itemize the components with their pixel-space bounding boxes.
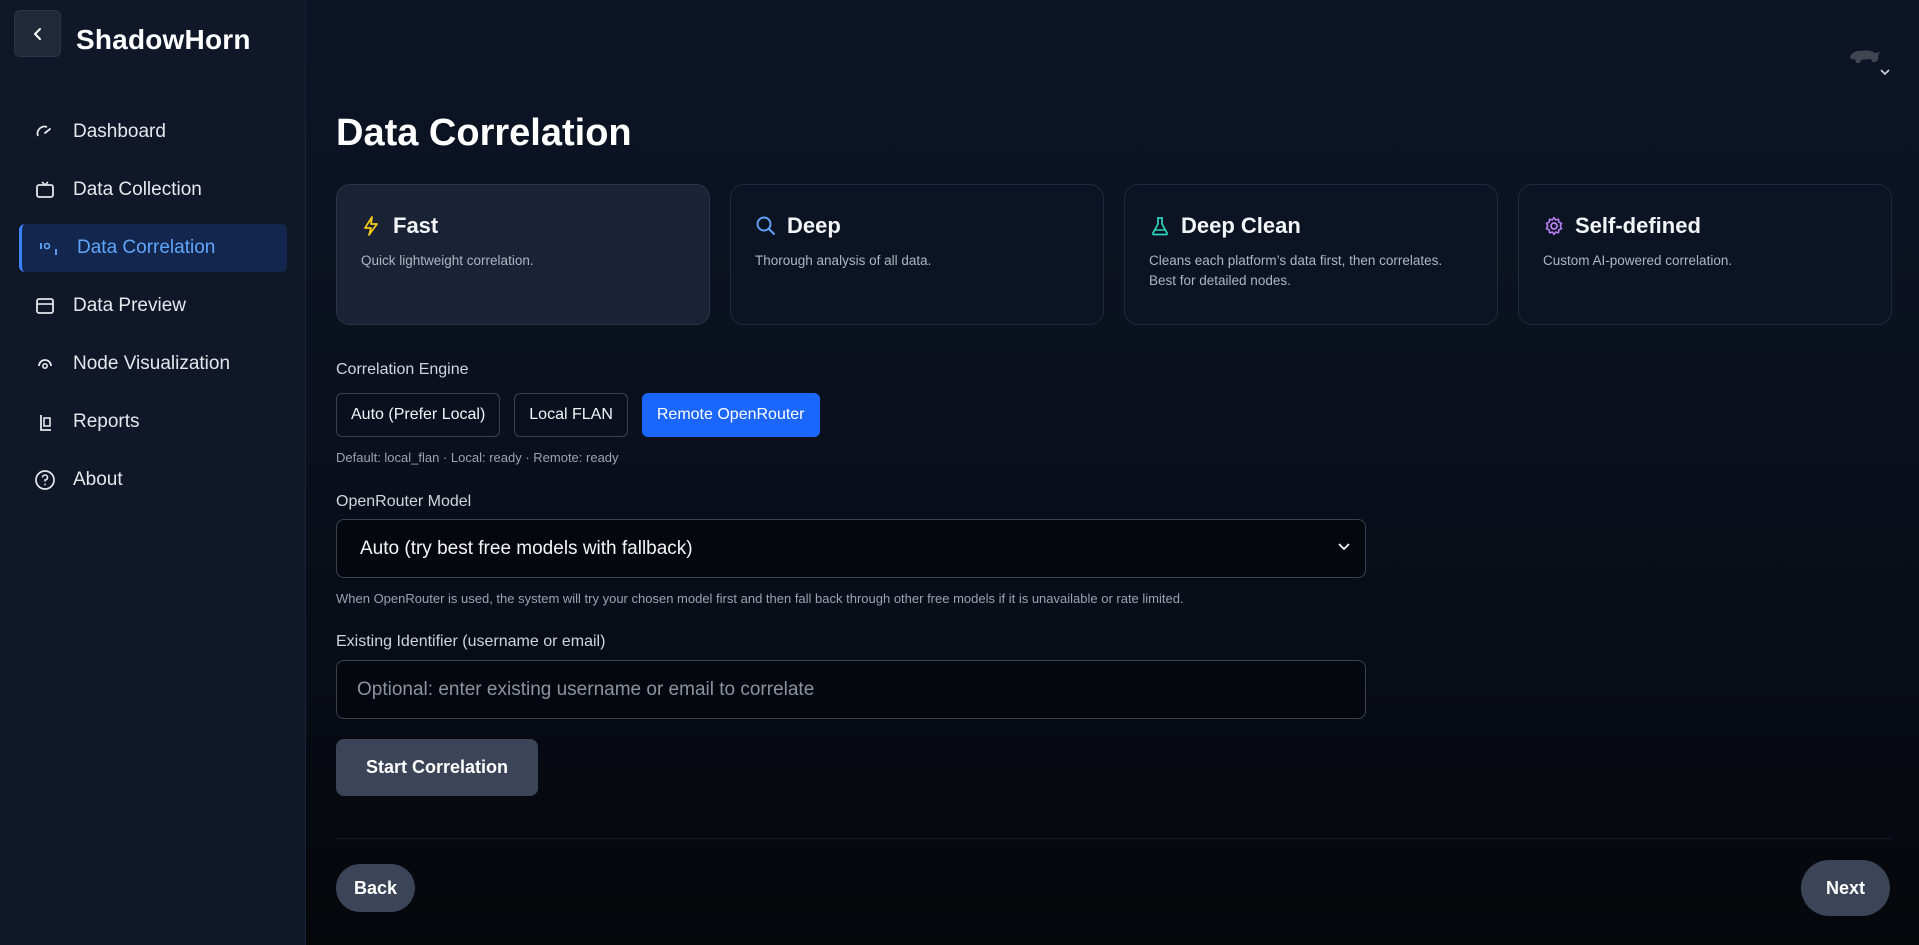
sidebar: ShadowHorn Dashboard Data Collection Dat…	[0, 0, 306, 945]
engine-auto-button[interactable]: Auto (Prefer Local)	[336, 393, 501, 437]
chevron-left-icon	[33, 27, 41, 40]
main-content: Data Correlation Fast Quick lightweight …	[306, 0, 1919, 945]
mode-card-self-defined[interactable]: Self-defined Custom AI-powered correlati…	[1518, 184, 1892, 325]
mode-description: Thorough analysis of all data.	[755, 253, 932, 268]
mode-card-deep-clean[interactable]: Deep Clean Cleans each platform’s data f…	[1124, 184, 1498, 325]
openrouter-model-select[interactable]: Auto (try best free models with fallback…	[336, 519, 1366, 578]
correlation-engine-options: Auto (Prefer Local) Local FLAN Remote Op…	[336, 393, 820, 437]
sidebar-item-label: Data Preview	[73, 295, 186, 316]
collapse-sidebar-button[interactable]	[14, 10, 61, 57]
rhino-avatar-icon	[1850, 50, 1880, 63]
avatar[interactable]	[1847, 44, 1883, 66]
sidebar-item-label: Dashboard	[73, 121, 166, 142]
mode-title: Self-defined	[1575, 213, 1701, 238]
chevron-down-icon[interactable]	[1879, 68, 1891, 76]
mode-description: Quick lightweight correlation.	[361, 253, 534, 268]
window-icon	[34, 295, 56, 317]
sidebar-item-label: Node Visualization	[73, 353, 231, 374]
chevron-down-icon	[1338, 543, 1350, 551]
flask-icon	[1149, 215, 1171, 237]
sidebar-item-reports[interactable]: Reports	[19, 398, 287, 446]
correlation-mode-cards: Fast Quick lightweight correlation. Deep…	[336, 184, 1892, 325]
openrouter-model-label: OpenRouter Model	[336, 493, 472, 510]
engine-status-text: Default: local_flan · Local: ready · Rem…	[336, 450, 619, 465]
tv-icon	[34, 179, 56, 201]
gauge-icon	[34, 121, 56, 143]
back-button[interactable]: Back	[336, 864, 415, 912]
sidebar-item-data-collection[interactable]: Data Collection	[19, 166, 287, 214]
engine-remote-openrouter-button[interactable]: Remote OpenRouter	[641, 393, 820, 437]
sidebar-item-dashboard[interactable]: Dashboard	[19, 108, 287, 156]
sidebar-item-label: Reports	[73, 411, 140, 432]
mode-title: Fast	[393, 213, 439, 238]
clipboard-icon	[34, 411, 56, 433]
radar-icon	[34, 353, 56, 375]
binary-icon	[38, 237, 60, 259]
gear-icon	[1543, 215, 1565, 237]
sidebar-item-data-correlation[interactable]: Data Correlation	[19, 224, 287, 272]
sidebar-item-label: Data Correlation	[77, 237, 216, 258]
sidebar-item-node-visualization[interactable]: Node Visualization	[19, 340, 287, 388]
help-circle-icon	[34, 469, 56, 491]
correlation-engine-label: Correlation Engine	[336, 361, 469, 378]
existing-identifier-input[interactable]	[336, 660, 1366, 719]
engine-local-flan-button[interactable]: Local FLAN	[514, 393, 628, 437]
mode-title: Deep Clean	[1181, 213, 1301, 238]
sidebar-item-data-preview[interactable]: Data Preview	[19, 282, 287, 330]
page-title: Data Correlation	[336, 112, 632, 154]
sidebar-item-about[interactable]: About	[19, 456, 287, 504]
next-button[interactable]: Next	[1801, 860, 1890, 916]
sidebar-item-label: Data Collection	[73, 179, 202, 200]
sidebar-nav: Dashboard Data Collection Data Correlati…	[19, 108, 287, 514]
existing-identifier-label: Existing Identifier (username or email)	[336, 633, 606, 650]
divider	[336, 838, 1892, 839]
app-title: ShadowHorn	[76, 24, 251, 55]
sidebar-item-label: About	[73, 469, 123, 490]
mode-title: Deep	[787, 213, 841, 238]
mode-description: Cleans each platform’s data first, then …	[1149, 251, 1473, 291]
start-correlation-button[interactable]: Start Correlation	[336, 739, 538, 796]
search-icon	[755, 215, 777, 237]
mode-card-fast[interactable]: Fast Quick lightweight correlation.	[336, 184, 710, 325]
mode-description-line: Cleans each platform’s data first, then …	[1149, 253, 1443, 268]
mode-description-line: Best for detailed nodes.	[1149, 273, 1291, 288]
lightning-icon	[361, 215, 383, 237]
openrouter-model-value: Auto (try best free models with fallback…	[360, 537, 693, 559]
mode-description: Custom AI-powered correlation.	[1543, 253, 1733, 268]
openrouter-model-hint: When OpenRouter is used, the system will…	[336, 591, 1184, 606]
mode-card-deep[interactable]: Deep Thorough analysis of all data.	[730, 184, 1104, 325]
